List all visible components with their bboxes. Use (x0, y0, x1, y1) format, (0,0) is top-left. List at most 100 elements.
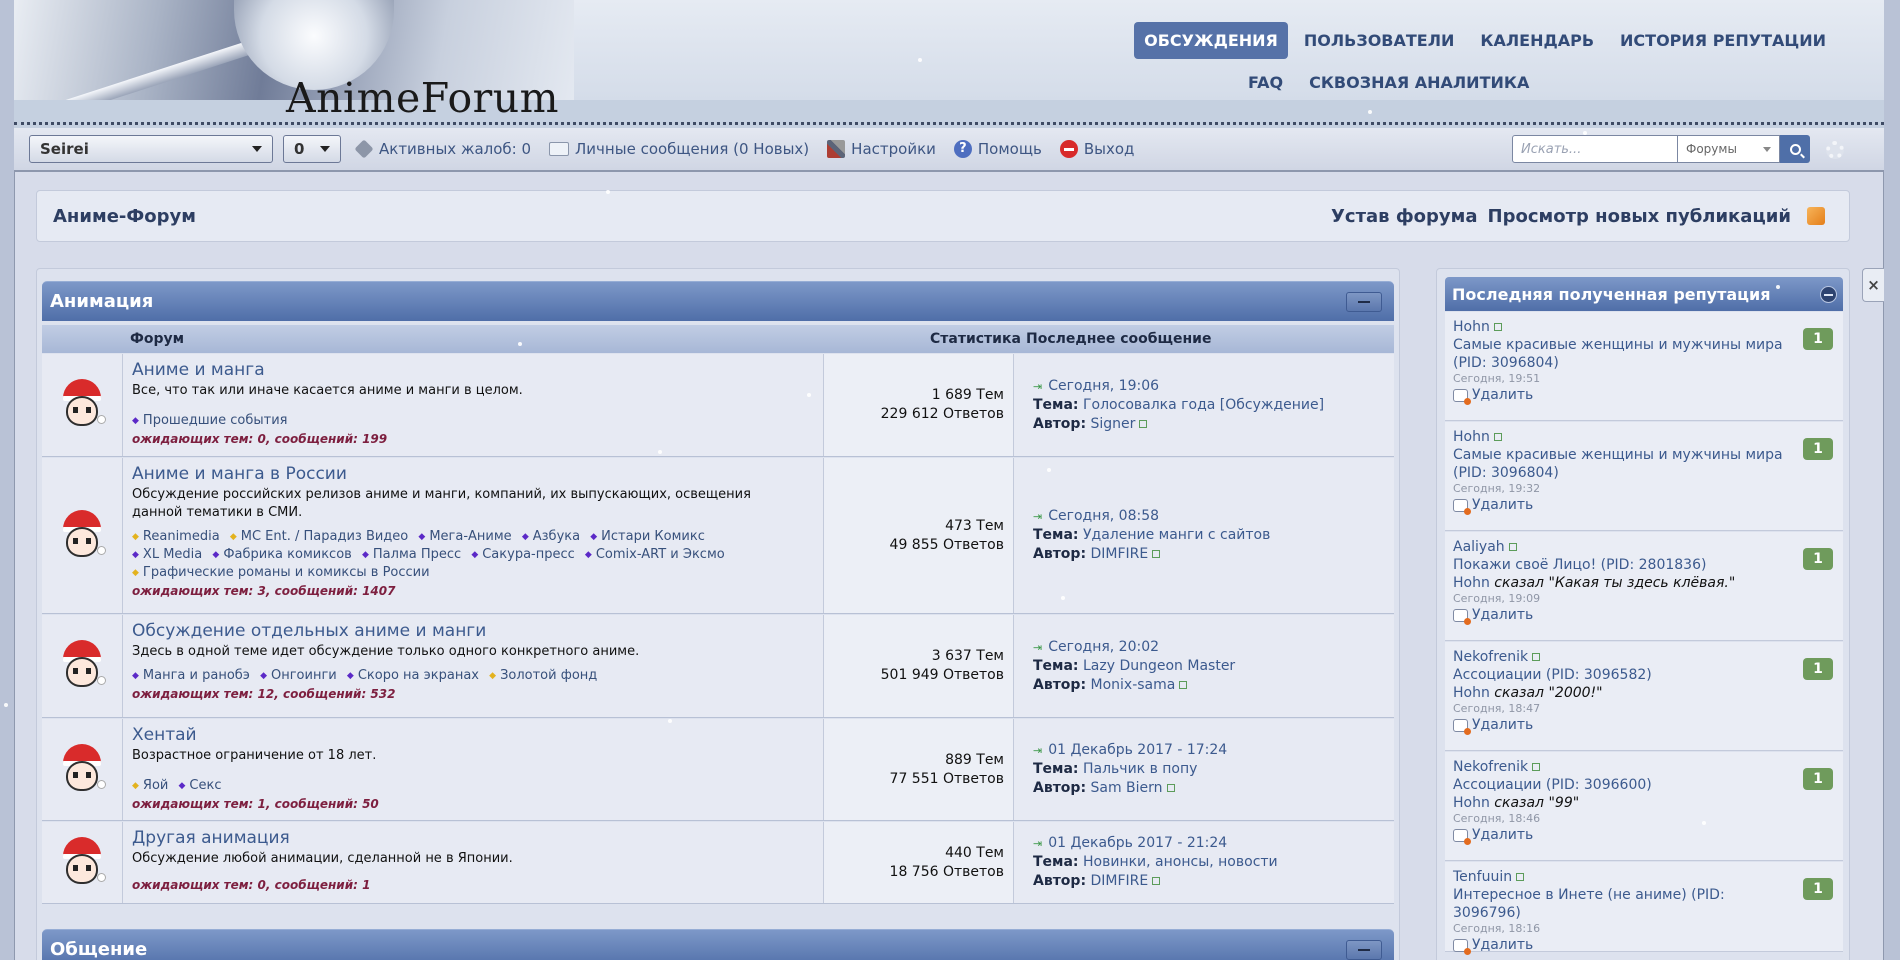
delete-button[interactable]: Удалить (1453, 936, 1835, 955)
subforum-link[interactable]: MC Ent. / Парадиз Видео (230, 528, 409, 546)
delete-icon (1453, 498, 1471, 515)
last-post-topic[interactable]: Lazy Dungeon Master (1083, 658, 1235, 674)
subforum-link[interactable]: Comix-ART и Эксмо (585, 546, 725, 564)
last-post-date[interactable]: 01 Декабрь 2017 - 21:24 (1033, 834, 1393, 853)
nav-discussions[interactable]: ОБСУЖДЕНИЯ (1134, 22, 1288, 59)
external-link-icon[interactable] (1508, 543, 1517, 551)
subforum-link[interactable]: Манга и ранобэ (132, 667, 250, 685)
last-post-topic[interactable]: Удаление манги с сайтов (1083, 527, 1270, 543)
search-scope-select[interactable]: Форумы (1678, 135, 1780, 163)
collapse-button[interactable] (1820, 286, 1837, 303)
rep-user[interactable]: Hohn (1453, 429, 1490, 445)
delete-button[interactable]: Удалить (1453, 716, 1835, 735)
help-link[interactable]: ? Помощь (953, 140, 1042, 158)
last-post-author[interactable]: Signer (1091, 416, 1136, 432)
forum-stats: 889 Тем 77 551 Ответов (823, 719, 1014, 820)
delete-button[interactable]: Удалить (1453, 496, 1835, 515)
forum-title[interactable]: Аниме и манга (132, 360, 772, 380)
subforum-link[interactable]: Фабрика комиксов (212, 546, 352, 564)
collapse-button[interactable] (1346, 292, 1382, 312)
nav-faq[interactable]: FAQ (1238, 64, 1293, 101)
subforum-link[interactable]: Истари Комикс (590, 528, 705, 546)
delete-button[interactable]: Удалить (1453, 606, 1835, 625)
forum-list: Анимация Форум Статистика Последнее сооб… (36, 268, 1400, 960)
forum-title[interactable]: Хентай (132, 725, 772, 745)
last-post-author[interactable]: DIMFIRE (1091, 546, 1149, 562)
nav-calendar[interactable]: КАЛЕНДАРЬ (1470, 22, 1604, 59)
last-post-date[interactable]: Сегодня, 08:58 (1033, 507, 1393, 526)
external-link-icon[interactable] (1166, 784, 1175, 792)
rss-icon[interactable] (1807, 207, 1825, 225)
gear-icon[interactable] (1826, 141, 1844, 159)
subforum-link[interactable]: Азбука (522, 528, 580, 546)
close-icon[interactable]: × (1862, 268, 1884, 302)
collapse-button[interactable] (1346, 940, 1382, 960)
forum-rules-link[interactable]: Устав форума (1331, 206, 1478, 227)
forum-title[interactable]: Аниме и манга в России (132, 464, 772, 484)
external-link-icon[interactable] (1179, 680, 1188, 689)
logout-link[interactable]: Выход (1059, 140, 1134, 158)
settings-link[interactable]: Настройки (827, 140, 936, 158)
nav-users[interactable]: ПОЛЬЗОВАТЕЛИ (1294, 22, 1465, 59)
rep-topic[interactable]: Самые красивые женщины и мужчины мира (P… (1453, 446, 1793, 482)
external-link-icon[interactable] (1152, 550, 1161, 558)
rep-user[interactable]: Tenfuuin (1453, 869, 1512, 885)
external-link-icon[interactable] (1493, 433, 1502, 441)
last-post-topic[interactable]: Новинки, анонсы, новости (1083, 854, 1278, 870)
last-post-date[interactable]: Сегодня, 20:02 (1033, 638, 1393, 657)
snowflake (606, 190, 610, 194)
subforum-link[interactable]: Скоро на экранах (347, 667, 479, 685)
subforum-link[interactable]: Онгоинги (260, 667, 337, 685)
external-link-icon[interactable] (1532, 653, 1541, 661)
reputation-sidebar: Последняя полученная репутация Hohn Самы… (1436, 268, 1850, 960)
subforum-link[interactable]: Графические романы и комиксы в России (132, 564, 430, 582)
new-posts-link[interactable]: Просмотр новых публикаций (1488, 206, 1791, 227)
subforum-link[interactable]: Мега-Аниме (418, 528, 511, 546)
envelope-icon (549, 142, 570, 156)
last-post-author[interactable]: Monix-sama (1091, 677, 1176, 693)
subforum-link[interactable]: Прошедшие события (132, 412, 288, 430)
last-post-date[interactable]: 01 Декабрь 2017 - 17:24 (1033, 741, 1393, 760)
user-menu-value: Seirei (40, 140, 89, 158)
rep-topic[interactable]: Самые красивые женщины и мужчины мира (P… (1453, 336, 1793, 372)
rep-user[interactable]: Nekofrenik (1453, 759, 1528, 775)
subforum-link[interactable]: XL Media (132, 546, 202, 564)
rep-user[interactable]: Aaliyah (1453, 539, 1505, 555)
subforum-link[interactable]: Сакура-пресс (471, 546, 575, 564)
rep-topic[interactable]: Покажи своё Лицо! (PID: 2801836) (1453, 556, 1793, 574)
rep-topic[interactable]: Ассоциации (PID: 3096600) (1453, 776, 1793, 794)
rep-user[interactable]: Hohn (1453, 319, 1490, 335)
delete-button[interactable]: Удалить (1453, 826, 1835, 845)
last-post-date[interactable]: Сегодня, 19:06 (1033, 377, 1393, 396)
subforum-link[interactable]: Золотой фонд (489, 667, 597, 685)
rep-topic[interactable]: Ассоциации (PID: 3096582) (1453, 666, 1793, 684)
subforum-link[interactable]: Яой (132, 777, 168, 795)
external-link-icon[interactable] (1516, 873, 1525, 881)
notifications-select[interactable]: 0 (283, 135, 341, 163)
last-post-topic[interactable]: Пальчик в попу (1083, 761, 1197, 777)
complaints-link[interactable]: Активных жалоб: 0 (354, 139, 531, 159)
nav-reputation-history[interactable]: ИСТОРИЯ РЕПУТАЦИИ (1610, 22, 1836, 59)
subforum-link[interactable]: Секс (179, 777, 221, 795)
last-post-author[interactable]: DIMFIRE (1091, 873, 1149, 889)
messages-link[interactable]: Личные сообщения (0 Новых) (549, 140, 809, 158)
external-link-icon[interactable] (1532, 763, 1541, 771)
forum-title[interactable]: Другая анимация (132, 828, 772, 848)
search-input[interactable]: Искать... (1512, 135, 1678, 163)
rep-user[interactable]: Nekofrenik (1453, 649, 1528, 665)
last-post-topic[interactable]: Голосовалка года [Обсуждение] (1083, 397, 1324, 413)
external-link-icon[interactable] (1152, 877, 1161, 885)
external-link-icon[interactable] (1493, 323, 1502, 331)
rep-topic[interactable]: Интересное в Инете (не аниме) (PID: 3096… (1453, 886, 1793, 922)
external-link-icon[interactable] (1139, 419, 1148, 428)
last-post-author[interactable]: Sam Biern (1091, 780, 1163, 796)
subforum-link[interactable]: Палма Пресс (362, 546, 461, 564)
breadcrumb-home[interactable]: Аниме-Форум (53, 206, 196, 227)
subforum-link[interactable]: Reanimedia (132, 528, 220, 546)
search-button[interactable] (1780, 135, 1810, 163)
forum-title[interactable]: Обсуждение отдельных аниме и манги (132, 621, 772, 641)
delete-button[interactable]: Удалить (1453, 386, 1835, 405)
user-menu-select[interactable]: Seirei (29, 135, 273, 163)
nav-analytics[interactable]: СКВОЗНАЯ АНАЛИТИКА (1299, 64, 1539, 101)
site-logo[interactable]: AnimeForum (286, 74, 559, 122)
